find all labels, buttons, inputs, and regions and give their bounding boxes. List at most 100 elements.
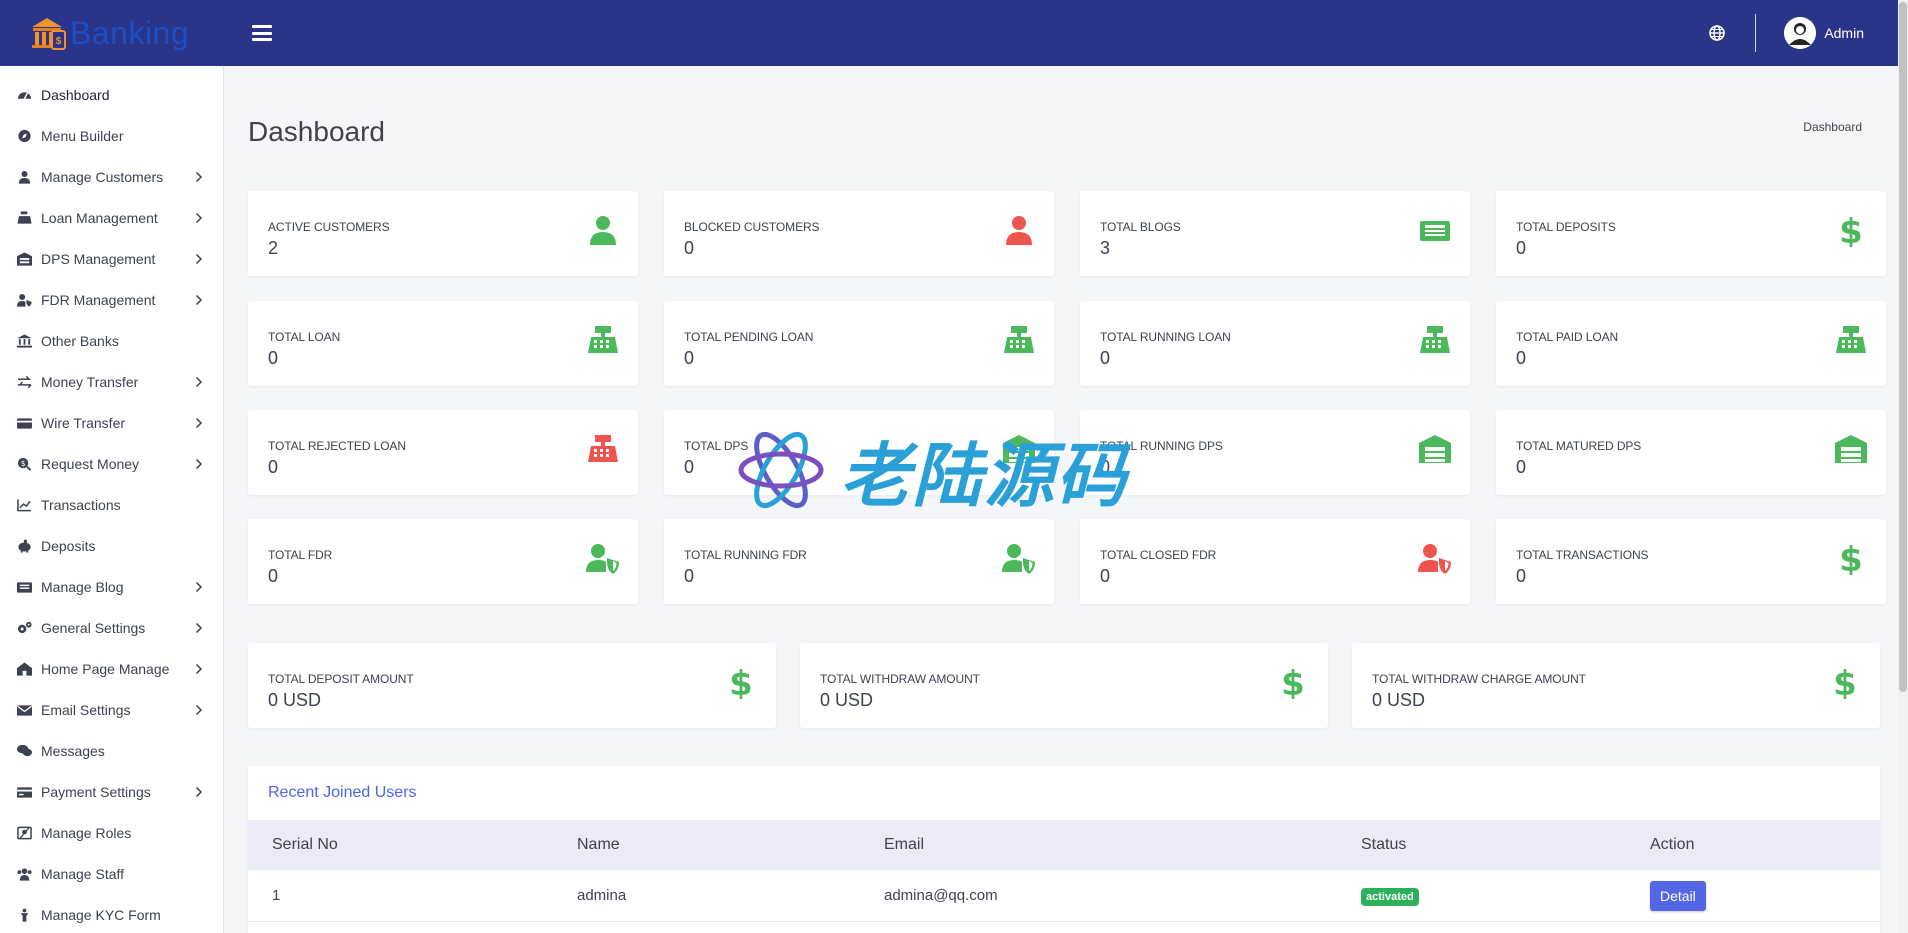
cell-email: admina@qq.com xyxy=(884,887,998,904)
sidebar-item-transactions[interactable]: Transactions xyxy=(0,484,223,525)
page-title: Dashboard xyxy=(248,116,385,147)
chevron-right-icon xyxy=(195,253,203,264)
column-header: Status xyxy=(1361,836,1407,853)
chevron-right-icon xyxy=(195,458,203,469)
sidebar-item-deposits[interactable]: Deposits xyxy=(0,525,223,566)
user-name[interactable]: Admin xyxy=(1824,25,1864,41)
sidebar-item-money-transfer[interactable]: Money Transfer xyxy=(0,361,223,402)
stat-card-active-customers[interactable]: ACTIVE CUSTOMERS 2 xyxy=(248,191,638,276)
sidebar-item-loan-management[interactable]: Loan Management xyxy=(0,197,223,238)
stat-card-total-matured-dps[interactable]: TOTAL MATURED DPS 0 xyxy=(1496,410,1886,495)
stat-value: 0 xyxy=(1516,566,1527,586)
amount-card-total-withdraw-charge-amount[interactable]: TOTAL WITHDRAW CHARGE AMOUNT 0 USD $ xyxy=(1352,643,1880,728)
sidebar-item-manage-customers[interactable]: Manage Customers xyxy=(0,156,223,197)
amount-value: 0 USD xyxy=(820,690,874,710)
brand-logo[interactable]: $ Banking xyxy=(0,0,224,66)
stat-card-total-loan[interactable]: TOTAL LOAN 0 xyxy=(248,301,638,386)
stat-card-total-closed-fdr[interactable]: TOTAL CLOSED FDR 0 xyxy=(1080,519,1470,604)
sidebar-item-label: FDR Management xyxy=(41,291,156,308)
amount-label: TOTAL WITHDRAW CHARGE AMOUNT xyxy=(1372,672,1586,686)
user-shield-icon xyxy=(1002,541,1036,575)
sidebar-item-payment-settings[interactable]: Payment Settings xyxy=(0,771,223,812)
stat-label: BLOCKED CUSTOMERS xyxy=(684,220,820,234)
amount-card-total-deposit-amount[interactable]: TOTAL DEPOSIT AMOUNT 0 USD $ xyxy=(248,643,776,728)
stat-card-total-paid-loan[interactable]: TOTAL PAID LOAN 0 xyxy=(1496,301,1886,386)
sidebar-item-general-settings[interactable]: General Settings xyxy=(0,607,223,648)
stat-label: TOTAL PAID LOAN xyxy=(1516,330,1619,344)
envelope-icon xyxy=(16,703,33,717)
header-divider xyxy=(1755,14,1757,52)
brand-name: Banking xyxy=(70,14,190,51)
user-avatar-icon xyxy=(1784,17,1817,49)
svg-text:$: $ xyxy=(1839,541,1863,575)
amount-label: TOTAL WITHDRAW AMOUNT xyxy=(820,672,980,686)
stat-card-total-blogs[interactable]: TOTAL BLOGS 3 xyxy=(1080,191,1470,276)
cash-register-icon xyxy=(586,432,620,466)
sidebar-item-menu-builder[interactable]: Menu Builder xyxy=(0,115,223,156)
avatar[interactable] xyxy=(1784,17,1817,49)
user-shield-icon xyxy=(586,541,620,575)
dashboard-icon xyxy=(16,88,33,102)
sidebar-item-fdr-management[interactable]: FDR Management xyxy=(0,279,223,320)
sidebar-item-manage-staff[interactable]: Manage Staff xyxy=(0,853,223,894)
chevron-right-icon xyxy=(195,212,203,223)
sidebar-item-dashboard[interactable]: Dashboard xyxy=(0,74,223,115)
dollar-icon: $ xyxy=(1834,212,1868,252)
sidebar-item-manage-roles[interactable]: Manage Roles xyxy=(0,812,223,853)
stat-value: 0 xyxy=(268,566,279,586)
stat-label: TOTAL CLOSED FDR xyxy=(1100,548,1217,562)
cell-name: admina xyxy=(577,887,627,904)
stat-card-total-transactions[interactable]: TOTAL TRANSACTIONS 0 $ xyxy=(1496,519,1886,604)
stat-card-blocked-customers[interactable]: BLOCKED CUSTOMERS 0 xyxy=(664,191,1054,276)
sidebar-item-label: Manage KYC Form xyxy=(41,906,161,923)
breadcrumb[interactable]: Dashboard xyxy=(1803,120,1862,134)
globe-icon[interactable] xyxy=(1709,25,1726,41)
chevron-right-icon xyxy=(195,786,203,797)
stat-card-total-rejected-loan[interactable]: TOTAL REJECTED LOAN 0 xyxy=(248,410,638,495)
warehouse-icon xyxy=(1834,432,1868,466)
stat-card-total-running-fdr[interactable]: TOTAL RUNNING FDR 0 xyxy=(664,519,1054,604)
detail-button[interactable]: Detail xyxy=(1650,880,1706,911)
users-icon xyxy=(16,867,33,881)
sidebar-item-dps-management[interactable]: DPS Management xyxy=(0,238,223,279)
header-actions: Admin xyxy=(1709,0,1908,66)
cash-register-icon xyxy=(1002,323,1036,357)
column-header: Serial No xyxy=(272,836,338,853)
table-row: 1 admina admina@qq.com activated Detail xyxy=(248,870,1880,922)
cash-register-icon xyxy=(1834,323,1868,357)
stat-card-total-running-loan[interactable]: TOTAL RUNNING LOAN 0 xyxy=(1080,301,1470,386)
money-card-icon xyxy=(16,785,33,799)
atom-logo-icon xyxy=(738,431,824,509)
sidebar-item-manage-kyc-form[interactable]: Manage KYC Form xyxy=(0,894,223,933)
amount-card-total-withdraw-amount[interactable]: TOTAL WITHDRAW AMOUNT 0 USD $ xyxy=(800,643,1328,728)
warehouse-icon xyxy=(1418,432,1452,466)
sidebar-item-wire-transfer[interactable]: Wire Transfer xyxy=(0,402,223,443)
sidebar-item-label: General Settings xyxy=(41,619,146,636)
sidebar-item-label: Wire Transfer xyxy=(41,414,126,431)
stat-value: 0 xyxy=(1100,566,1111,586)
sidebar-item-other-banks[interactable]: Other Banks xyxy=(0,320,223,361)
sidebar-item-request-money[interactable]: $ Request Money xyxy=(0,443,223,484)
newspaper-icon xyxy=(1418,213,1452,247)
sidebar-item-email-settings[interactable]: Email Settings xyxy=(0,689,223,730)
sidebar-item-manage-blog[interactable]: Manage Blog xyxy=(0,566,223,607)
chevron-right-icon xyxy=(195,376,203,387)
page-scrollbar[interactable] xyxy=(1898,0,1908,933)
sidebar-item-messages[interactable]: Messages xyxy=(0,730,223,771)
stat-card-total-deposits[interactable]: TOTAL DEPOSITS 0 $ xyxy=(1496,191,1886,276)
scrollbar-thumb[interactable] xyxy=(1899,2,1907,692)
roles-icon xyxy=(16,826,33,840)
cogs-icon xyxy=(16,621,33,635)
sidebar-item-label: Manage Staff xyxy=(41,865,125,882)
sidebar-toggle-button[interactable] xyxy=(252,25,272,41)
dollar-icon: $ xyxy=(1828,664,1862,704)
stat-card-total-pending-loan[interactable]: TOTAL PENDING LOAN 0 xyxy=(664,301,1054,386)
sidebar-item-label: Manage Roles xyxy=(41,824,132,841)
stat-value: 0 xyxy=(684,566,695,586)
stat-card-total-fdr[interactable]: TOTAL FDR 0 xyxy=(248,519,638,604)
sidebar-item-home-page-manage[interactable]: Home Page Manage xyxy=(0,648,223,689)
sidebar-item-label: Messages xyxy=(41,742,105,759)
house-icon xyxy=(16,661,33,676)
chevron-right-icon xyxy=(195,171,203,182)
recent-users-title: Recent Joined Users xyxy=(268,784,417,801)
